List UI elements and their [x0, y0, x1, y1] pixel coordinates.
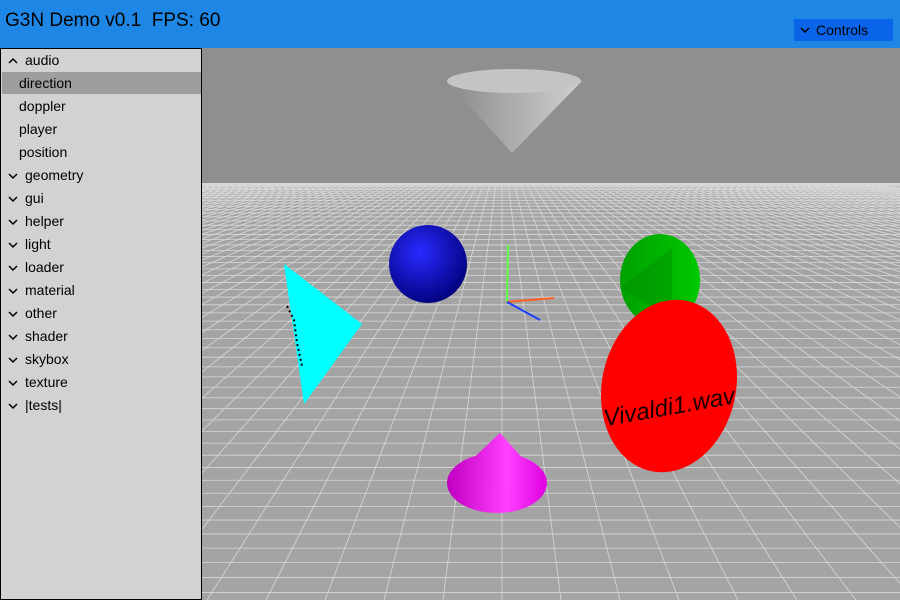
demo-tree-sidebar[interactable]: audio direction doppler player position geome…: [0, 48, 202, 600]
sidebar-item-texture[interactable]: texture: [2, 371, 201, 393]
sidebar-item-skybox[interactable]: skybox: [2, 348, 201, 370]
chevron-down-icon: [7, 261, 19, 273]
controls-button[interactable]: Controls: [794, 19, 893, 41]
sidebar-item-material[interactable]: material: [2, 279, 201, 301]
chevron-down-icon: [794, 24, 816, 36]
sidebar-item-label: position: [19, 144, 68, 160]
controls-label: Controls: [816, 22, 869, 38]
sidebar-item-label: gui: [25, 190, 44, 206]
chevron-down-icon: [7, 399, 19, 411]
chevron-down-icon: [7, 353, 19, 365]
chevron-down-icon: [7, 192, 19, 204]
sidebar-item-geometry[interactable]: geometry: [2, 164, 201, 186]
sidebar-item-helper[interactable]: helper: [2, 210, 201, 232]
sidebar-item-position[interactable]: position: [2, 141, 201, 163]
back-wall: [202, 48, 900, 183]
header-bar: G3N Demo v0.1 FPS: 60 Controls: [0, 0, 900, 48]
sidebar-item-shader[interactable]: shader: [2, 325, 201, 347]
chevron-down-icon: [7, 215, 19, 227]
chevron-down-icon: [7, 238, 19, 250]
chevron-down-icon: [7, 330, 19, 342]
sidebar-item-label: skybox: [25, 351, 69, 367]
sidebar-item-label: light: [25, 236, 51, 252]
sidebar-item-player[interactable]: player: [2, 118, 201, 140]
chevron-down-icon: [7, 307, 19, 319]
sidebar-item-tests[interactable]: |tests|: [2, 394, 201, 416]
sidebar-item-label: |tests|: [25, 397, 62, 413]
sidebar-item-label: other: [25, 305, 57, 321]
app-title: G3N Demo v0.1 FPS: 60: [5, 10, 221, 31]
3d-viewport[interactable]: Vivaldi1.wav: [202, 48, 900, 600]
sidebar-item-loader[interactable]: loader: [2, 256, 201, 278]
sidebar-item-label: doppler: [19, 98, 66, 114]
sidebar-item-label: shader: [25, 328, 68, 344]
sidebar-item-other[interactable]: other: [2, 302, 201, 324]
sidebar-item-label: material: [25, 282, 75, 298]
chevron-down-icon: [7, 376, 19, 388]
chevron-up-icon: [7, 54, 19, 66]
sidebar-item-label: geometry: [25, 167, 84, 183]
sidebar-item-direction[interactable]: direction: [2, 72, 201, 94]
sidebar-item-label: player: [19, 121, 58, 137]
sidebar-item-doppler[interactable]: doppler: [2, 95, 201, 117]
chevron-down-icon: [7, 284, 19, 296]
sidebar-item-audio[interactable]: audio: [2, 49, 201, 71]
chevron-down-icon: [7, 169, 19, 181]
sidebar-item-light[interactable]: light: [2, 233, 201, 255]
gray-cone-top-base: [447, 69, 581, 93]
sidebar-item-label: direction: [19, 75, 72, 91]
sidebar-item-gui[interactable]: gui: [2, 187, 201, 209]
blue-sphere: [389, 225, 467, 303]
sidebar-item-label: helper: [25, 213, 64, 229]
sidebar-item-label: loader: [25, 259, 64, 275]
sidebar-item-label: texture: [25, 374, 68, 390]
sidebar-item-label: audio: [25, 52, 60, 68]
